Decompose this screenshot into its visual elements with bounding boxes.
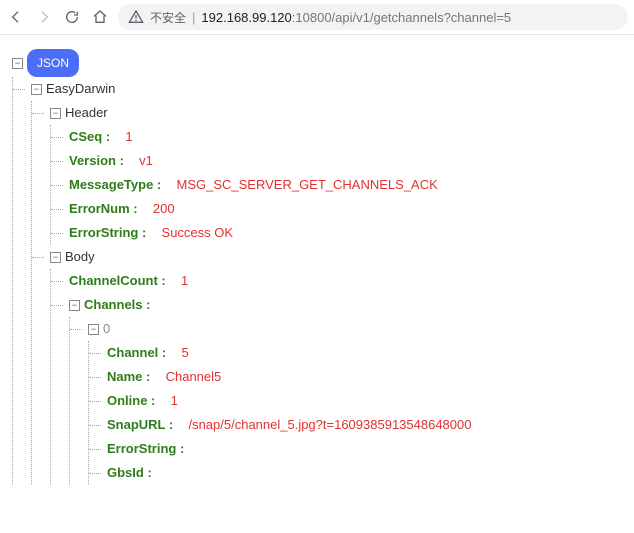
header-label: Header — [65, 101, 108, 125]
field-key: Version : — [69, 149, 124, 173]
field-value: 1 — [125, 125, 132, 149]
field-value: 5 — [181, 341, 188, 365]
body-label: Body — [65, 245, 95, 269]
field-key: ErrorString : — [107, 437, 184, 461]
expander-easydarwin[interactable]: − — [31, 84, 42, 95]
field-value: Channel5 — [166, 365, 222, 389]
field-key: Channels : — [84, 293, 150, 317]
field-key: GbsId : — [107, 461, 152, 485]
url-separator: | — [192, 10, 195, 25]
expander-root[interactable]: − — [12, 58, 23, 69]
field-value: Success OK — [162, 221, 234, 245]
expander-channel-0[interactable]: − — [88, 324, 99, 335]
field-value: v1 — [139, 149, 153, 173]
field-key: MessageType : — [69, 173, 161, 197]
expander-body[interactable]: − — [50, 252, 61, 263]
field-key: Name : — [107, 365, 150, 389]
url-box[interactable]: 不安全 | 192.168.99.120:10800/api/v1/getcha… — [118, 4, 628, 30]
field-value: /snap/5/channel_5.jpg?t=1609385913548648… — [188, 413, 471, 437]
field-key: ChannelCount : — [69, 269, 166, 293]
field-value: 1 — [181, 269, 188, 293]
expander-channels[interactable]: − — [69, 300, 80, 311]
expander-header[interactable]: − — [50, 108, 61, 119]
field-value: MSG_SC_SERVER_GET_CHANNELS_ACK — [176, 173, 437, 197]
field-key: CSeq : — [69, 125, 110, 149]
back-icon[interactable] — [6, 7, 26, 27]
home-icon[interactable] — [90, 7, 110, 27]
reload-icon[interactable] — [62, 7, 82, 27]
field-key: ErrorString : — [69, 221, 146, 245]
insecure-icon — [128, 9, 144, 25]
root-label: EasyDarwin — [46, 77, 115, 101]
array-index: 0 — [103, 317, 110, 341]
json-badge: JSON — [27, 49, 79, 77]
field-value: 1 — [171, 389, 178, 413]
field-value: 200 — [153, 197, 175, 221]
field-key: SnapURL : — [107, 413, 173, 437]
url-text: 192.168.99.120:10800/api/v1/getchannels?… — [201, 10, 511, 25]
forward-icon — [34, 7, 54, 27]
browser-toolbar: 不安全 | 192.168.99.120:10800/api/v1/getcha… — [0, 0, 634, 35]
json-viewer: − JSON − EasyDarwin − Head — [0, 35, 634, 495]
field-key: ErrorNum : — [69, 197, 138, 221]
field-key: Channel : — [107, 341, 166, 365]
field-key: Online : — [107, 389, 155, 413]
insecure-label: 不安全 — [150, 9, 186, 26]
